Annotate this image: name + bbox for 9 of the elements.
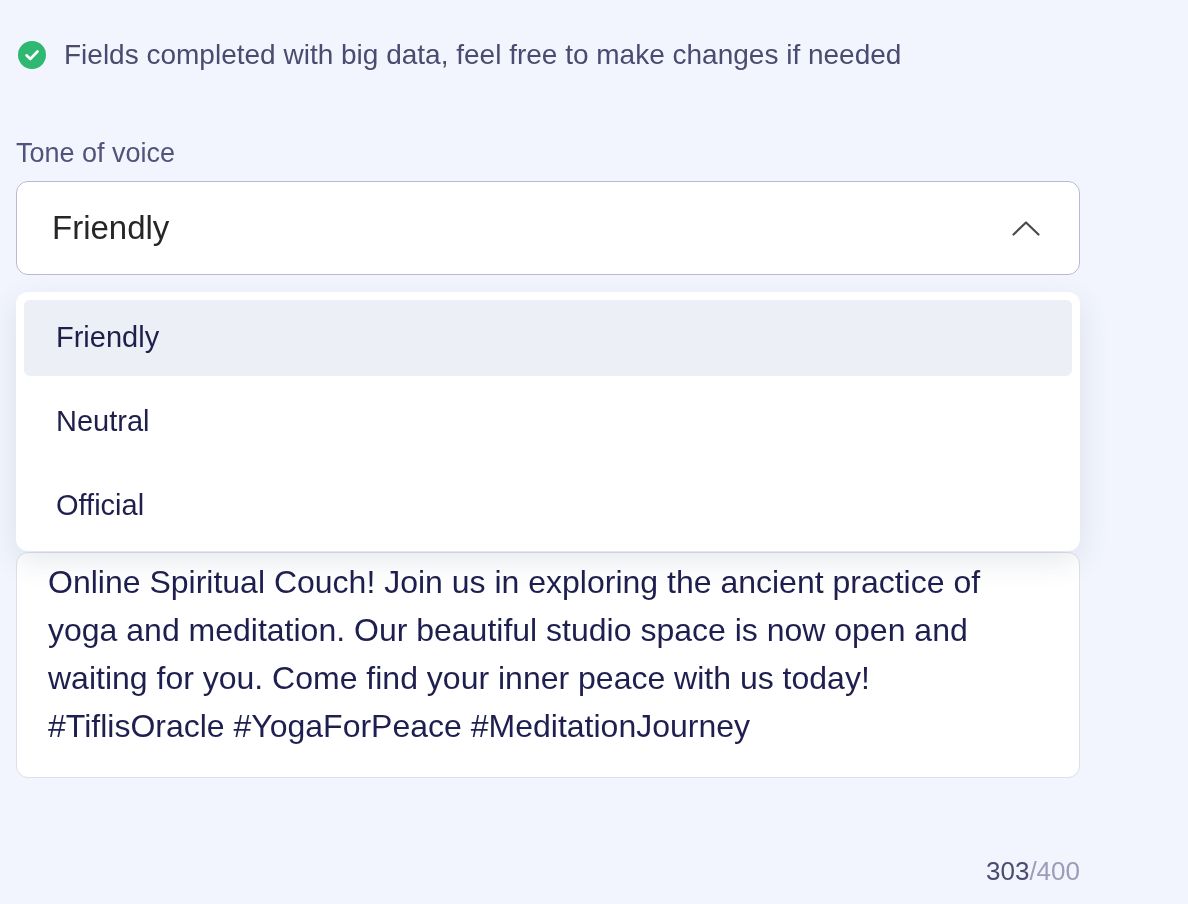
dropdown-option[interactable]: Friendly — [24, 300, 1072, 376]
notice-text: Fields completed with big data, feel free to make changes if needed — [64, 41, 902, 69]
field-label: Tone of voice — [16, 139, 176, 167]
chevron-up-icon — [1012, 220, 1040, 236]
tone-select[interactable]: Friendly — [16, 181, 1080, 275]
character-limit: /400 — [1029, 856, 1080, 886]
message-text-area[interactable]: Online Spiritual Couch! Join us in exploring the ancient practice of yoga and meditation. Our beautiful studio space is now open and waiting for you. Come find your inner peace with us today! #TiflisOracle #YogaForPeace #MeditationJourney — [16, 552, 1080, 778]
check-circle-icon — [18, 41, 46, 69]
character-count: 303 — [986, 856, 1030, 886]
